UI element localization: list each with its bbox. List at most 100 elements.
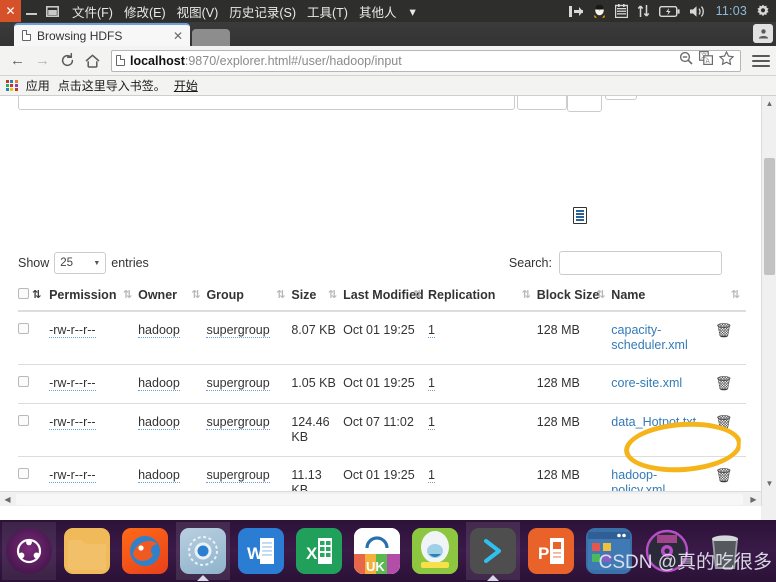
dock-item-word[interactable]: W <box>234 522 288 580</box>
cell-name[interactable]: data_Hotpot.txt <box>611 403 715 457</box>
table-row[interactable]: -rw-r--r-- hadoop supergroup 124.46 KB O… <box>18 403 746 457</box>
th-block-size-label: Block Size <box>536 288 600 302</box>
cell-delete[interactable]: 🗑 <box>714 364 746 404</box>
row-checkbox[interactable] <box>18 468 29 479</box>
dock-item-screenshot-tool[interactable] <box>582 522 636 580</box>
trash-icon[interactable]: 🗑 <box>715 467 733 483</box>
vertical-scrollbar[interactable]: ▲ ▼ <box>761 96 776 506</box>
apps-grid-icon[interactable] <box>6 79 18 92</box>
menu-overflow-caret-icon[interactable]: ▾ <box>409 4 415 19</box>
menu-edit[interactable]: 修改(E) <box>124 2 166 21</box>
window-maximize-button[interactable] <box>42 0 63 22</box>
menu-tools[interactable]: 工具(T) <box>307 2 348 21</box>
search-input[interactable] <box>559 251 722 275</box>
calendar-icon[interactable] <box>614 0 628 22</box>
cell-name[interactable]: core-site.xml <box>611 364 715 404</box>
table-row[interactable]: -rw-r--r-- hadoop supergroup 1.05 KB Oct… <box>18 364 746 404</box>
dock-item-help[interactable] <box>408 522 462 580</box>
th-name[interactable]: Name <box>611 288 715 312</box>
vscroll-down-arrow[interactable]: ▼ <box>762 476 776 491</box>
address-bar[interactable]: localhost:9870/explorer.html#/user/hadoo… <box>111 49 741 72</box>
tux-penguin-icon[interactable] <box>593 0 606 22</box>
volume-icon[interactable] <box>689 0 707 22</box>
window-minimize-button[interactable] <box>21 0 42 22</box>
close-icon[interactable]: ✕ <box>155 29 183 43</box>
file-link-highlighted[interactable]: data_Hotpot.txt <box>611 415 696 429</box>
horizontal-scrollbar[interactable]: ◀ ▶ <box>0 491 761 506</box>
page-length-select[interactable]: 25 ▼ <box>54 252 107 274</box>
dock-item-firefox[interactable] <box>118 522 172 580</box>
menu-file[interactable]: 文件(F) <box>72 2 113 21</box>
row-checkbox[interactable] <box>18 415 29 426</box>
trash-icon[interactable]: 🗑 <box>715 375 733 391</box>
file-link[interactable]: core-site.xml <box>611 376 682 390</box>
vscroll-thumb[interactable] <box>764 158 775 275</box>
th-delete[interactable]: ⇅ <box>714 288 746 312</box>
menu-history[interactable]: 历史记录(S) <box>229 2 296 21</box>
go-button-clipped[interactable] <box>517 96 567 110</box>
extra-button-clipped[interactable] <box>605 96 637 100</box>
battery-icon[interactable] <box>658 0 680 22</box>
bookmark-import-label[interactable]: 点击这里导入书签。 <box>58 77 166 94</box>
trash-icon[interactable]: 🗑 <box>715 414 733 430</box>
dock-item-ubuntu-dash[interactable] <box>2 522 56 580</box>
menu-view[interactable]: 视图(V) <box>177 2 219 21</box>
star-icon[interactable] <box>718 50 735 70</box>
row-checkbox-cell[interactable] <box>18 364 50 404</box>
dock-item-files[interactable] <box>60 522 114 580</box>
window-close-button[interactable]: ✕ <box>0 0 21 22</box>
dock-item-media-disc[interactable] <box>640 522 694 580</box>
table-row[interactable]: -rw-r--r-- hadoop supergroup 8.07 KB Oct… <box>18 311 746 365</box>
file-link[interactable]: capacity-scheduler.xml <box>611 323 687 352</box>
cell-delete[interactable]: 🗑 <box>714 403 746 457</box>
select-all-checkbox[interactable] <box>18 288 29 299</box>
th-block-size[interactable]: ⇅ Block Size <box>536 288 612 312</box>
th-replication[interactable]: ⇅ Replication <box>428 288 537 312</box>
new-tab-button[interactable] <box>192 29 230 46</box>
zoom-out-icon[interactable] <box>679 51 693 70</box>
hscroll-right-arrow[interactable]: ▶ <box>746 492 761 506</box>
forward-button[interactable]: → <box>31 49 54 72</box>
home-icon[interactable] <box>81 49 104 72</box>
row-checkbox-cell[interactable] <box>18 403 50 457</box>
bookmark-apps-label[interactable]: 应用 <box>26 77 50 94</box>
row-checkbox[interactable] <box>18 376 29 387</box>
sync-avatar-button[interactable] <box>753 24 773 43</box>
menu-others[interactable]: 其他人 <box>359 2 397 21</box>
bookmark-start-link[interactable]: 开始 <box>174 77 198 94</box>
row-checkbox[interactable] <box>18 323 29 334</box>
dock-item-ubuntu-software[interactable]: UK <box>350 522 404 580</box>
hamburger-menu-icon[interactable] <box>752 54 770 67</box>
th-size[interactable]: ⇅ Size <box>291 288 344 312</box>
dock-item-excel[interactable]: X <box>292 522 346 580</box>
dock-item-terminal[interactable] <box>466 522 520 581</box>
clock[interactable]: 11:03 <box>716 4 747 18</box>
reload-button[interactable] <box>56 49 79 72</box>
translate-icon[interactable]: 文A <box>699 51 714 70</box>
th-owner[interactable]: ⇅ Owner <box>138 288 207 312</box>
dock-item-powerpoint[interactable]: P <box>524 522 578 580</box>
list-view-icon[interactable] <box>573 207 587 224</box>
th-group[interactable]: ⇅ Group <box>206 288 292 312</box>
row-checkbox-cell[interactable] <box>18 311 50 365</box>
group-value: supergroup <box>206 468 270 483</box>
gear-icon[interactable] <box>756 0 770 22</box>
back-button[interactable]: ← <box>6 49 29 72</box>
th-permission[interactable]: ⇅ Permission <box>49 288 139 312</box>
network-transfer-icon[interactable] <box>637 0 650 22</box>
cell-name[interactable]: capacity-scheduler.xml <box>611 311 715 365</box>
trash-icon[interactable]: 🗑 <box>715 322 733 338</box>
tab-browsing-hdfs[interactable]: Browsing HDFS ✕ <box>14 23 190 46</box>
cell-delete[interactable]: 🗑 <box>714 311 746 365</box>
th-last-modified[interactable]: ⇅ Last Modified <box>343 288 429 312</box>
view-toggle-button[interactable] <box>567 96 602 112</box>
dock-item-trash[interactable] <box>698 522 752 580</box>
th-select-all[interactable]: ⇅ <box>18 288 50 312</box>
app-menubar[interactable]: 文件(F) 修改(E) 视图(V) 历史记录(S) 工具(T) 其他人 ▾ <box>72 2 416 21</box>
input-method-icon[interactable] <box>568 0 584 22</box>
hscroll-left-arrow[interactable]: ◀ <box>0 492 15 506</box>
dock-item-system-settings[interactable] <box>176 522 230 581</box>
path-input-clipped[interactable] <box>18 96 515 110</box>
hscroll-thumb[interactable] <box>16 494 743 505</box>
vscroll-up-arrow[interactable]: ▲ <box>762 96 776 111</box>
